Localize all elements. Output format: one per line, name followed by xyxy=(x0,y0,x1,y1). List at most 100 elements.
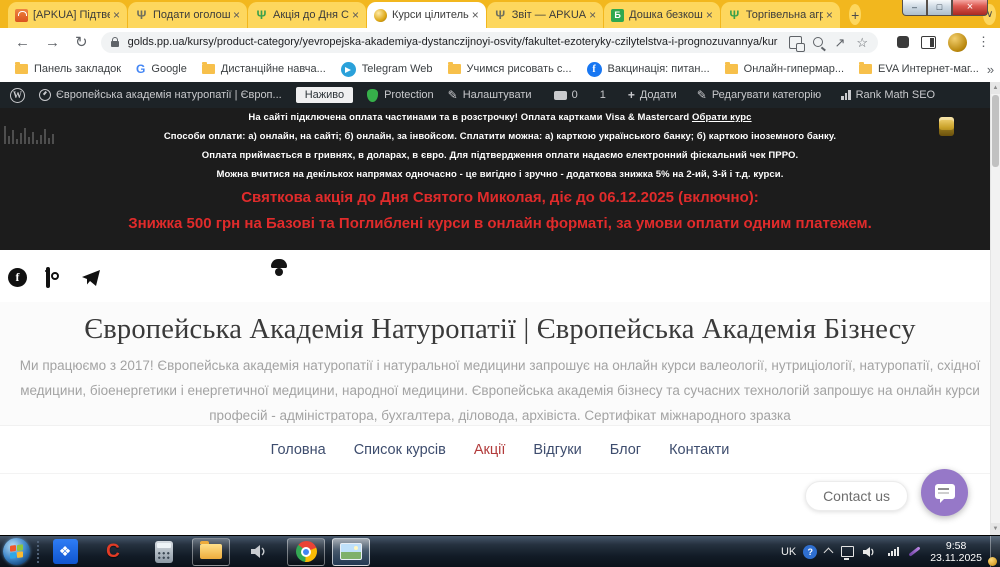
tab-label: [APKUA] Підтве xyxy=(33,9,110,21)
taskbar-volume-mixer[interactable] xyxy=(239,538,277,566)
wp-protection[interactable]: Protection xyxy=(367,89,434,102)
calculator-icon xyxy=(155,541,173,563)
menu-item-course-list[interactable]: Список курсів xyxy=(354,442,446,458)
taskbar-chrome[interactable] xyxy=(287,538,325,566)
window-minimize-button[interactable]: – xyxy=(902,0,927,16)
tab-board[interactable]: Б Дошка безкош × xyxy=(604,2,720,28)
bookmark-folder[interactable]: Онлайн-гипермар... xyxy=(725,63,844,75)
url-text[interactable]: golds.pp.ua/kursy/product-category/yevro… xyxy=(128,36,779,48)
menu-item-reviews[interactable]: Відгуки xyxy=(533,442,581,458)
dropbox-icon: ❖ xyxy=(53,539,78,564)
tab-close-icon[interactable]: × xyxy=(233,9,240,21)
tab-close-icon[interactable]: × xyxy=(826,9,833,21)
share-icon[interactable]: ↗ xyxy=(834,36,845,49)
instagram-social-icon[interactable] xyxy=(46,269,50,287)
page-scrollbar[interactable]: ▲ ▼ xyxy=(990,82,1000,535)
reload-icon[interactable]: ↻ xyxy=(75,35,88,50)
url-omnibox[interactable]: golds.pp.ua/kursy/product-category/yevro… xyxy=(101,32,878,53)
help-icon[interactable]: ? xyxy=(803,545,817,559)
choose-course-link[interactable]: Обрати курс xyxy=(692,112,752,123)
tab-label: Звіт — APKUA xyxy=(512,9,586,21)
screen: [APKUA] Підтве × Ψ Подати оголош × Ψ Акц… xyxy=(0,0,1000,567)
tray-expand-icon[interactable] xyxy=(824,548,834,558)
tray-network-device-icon[interactable] xyxy=(841,546,854,557)
tray-clock[interactable]: 9:58 23.11.2025 xyxy=(930,540,982,564)
tray-speaker-icon[interactable] xyxy=(862,546,876,558)
wp-rank-math[interactable]: Rank Math SEO xyxy=(841,89,935,101)
new-tab-button[interactable]: + xyxy=(849,4,862,25)
tab-report[interactable]: Ψ Звіт — APKUA × xyxy=(487,2,603,28)
wp-add-new[interactable]: + Додати xyxy=(628,88,677,102)
tab-label: Подати оголош xyxy=(153,9,230,21)
taskbar-handle xyxy=(37,541,39,563)
chat-widget-button[interactable] xyxy=(921,469,968,516)
wp-customize[interactable]: ✎ Налаштувати xyxy=(448,88,532,102)
menu-item-blog[interactable]: Блог xyxy=(610,442,641,458)
start-button[interactable] xyxy=(3,538,30,565)
forward-icon[interactable]: → xyxy=(45,35,60,50)
tab-promo[interactable]: Ψ Акція до Дня С × xyxy=(248,2,366,28)
wheat-favicon: Ψ xyxy=(494,9,507,22)
scroll-down-arrow[interactable]: ▼ xyxy=(991,523,1000,535)
wp-site-name[interactable]: Європейська академія натуропатії | Європ… xyxy=(39,89,282,101)
taskbar-dropbox[interactable]: ❖ xyxy=(46,538,84,566)
promo-line-4: Можна вчитися на декількох напрямах одно… xyxy=(0,165,1000,184)
window-maximize-button[interactable]: □ xyxy=(927,0,952,16)
tab-close-icon[interactable]: × xyxy=(352,9,359,21)
telegram-plane-social-icon[interactable] xyxy=(81,269,101,287)
bookmark-google[interactable]: G Google xyxy=(136,62,187,76)
tab-apkua-confirm[interactable]: [APKUA] Підтве × xyxy=(8,2,127,28)
tab-close-icon[interactable]: × xyxy=(113,9,120,21)
bookmark-folder[interactable]: Панель закладок xyxy=(15,63,121,75)
bookmark-folder[interactable]: EVA Интернет-маг... xyxy=(859,63,979,75)
bookmark-folder[interactable]: Учимся рисовать с... xyxy=(448,63,572,75)
tray-signal-icon[interactable] xyxy=(888,547,899,556)
site-description: Ми працюємо з 2017! Європейська академія… xyxy=(0,353,1000,428)
zoom-search-icon[interactable] xyxy=(813,37,823,47)
scroll-up-arrow[interactable]: ▲ xyxy=(991,82,1000,94)
chrome-icon xyxy=(296,541,317,562)
tab-courses-active[interactable]: Курси цілитель × xyxy=(367,2,486,28)
wp-edit-category[interactable]: ✎ Редагувати категорію xyxy=(697,88,821,102)
extension-icon[interactable] xyxy=(897,36,909,48)
taskbar-ccleaner[interactable]: C xyxy=(94,538,132,566)
waveform-decoration xyxy=(4,112,54,144)
bookmark-star-icon[interactable]: ☆ xyxy=(856,36,868,49)
wp-updates-count[interactable]: 1 xyxy=(600,89,606,101)
bookmarks-overflow-icon[interactable]: » xyxy=(987,62,994,77)
tray-language-indicator[interactable]: UK xyxy=(781,546,796,558)
explorer-folder-icon xyxy=(200,544,222,559)
wp-comments[interactable]: 0 xyxy=(554,89,578,101)
bookmark-folder[interactable]: Дистанційне навча... xyxy=(202,63,326,75)
bookmarks-bar: Панель закладок G Google Дистанційне нав… xyxy=(0,56,1000,82)
tab-close-icon[interactable]: × xyxy=(472,9,479,21)
taskbar-photo-viewer[interactable] xyxy=(332,538,370,566)
taskbar-calculator[interactable] xyxy=(145,538,183,566)
shopping-bag-favicon xyxy=(15,9,28,22)
promo-line-3: Оплата приймається в гривнях, в доларах,… xyxy=(0,146,1000,165)
sale-announcement-line-2: Знижка 500 грн на Базові та Поглиблені к… xyxy=(0,215,1000,232)
sidebar-icon[interactable] xyxy=(921,36,936,49)
facebook-social-icon[interactable]: f xyxy=(8,268,27,287)
taskbar-explorer[interactable] xyxy=(192,538,230,566)
profile-avatar[interactable] xyxy=(948,33,967,52)
tab-close-icon[interactable]: × xyxy=(589,9,596,21)
wordpress-logo-icon[interactable]: W xyxy=(10,88,25,103)
tray-pen-tablet-icon[interactable] xyxy=(907,545,920,558)
browser-menu-icon[interactable]: ⋮ xyxy=(977,34,990,50)
back-icon[interactable]: ← xyxy=(15,35,30,50)
scrollbar-thumb[interactable] xyxy=(992,95,999,167)
menu-item-contacts[interactable]: Контакти xyxy=(669,442,729,458)
translate-icon[interactable] xyxy=(789,36,802,49)
menu-item-promotions[interactable]: Акції xyxy=(474,442,506,458)
wp-live-button[interactable]: Наживо xyxy=(296,87,353,103)
contact-us-label[interactable]: Contact us xyxy=(805,481,908,511)
bookmark-facebook[interactable]: f Вакцинація: питан... xyxy=(587,62,710,77)
tab-close-icon[interactable]: × xyxy=(706,9,713,21)
menu-item-home[interactable]: Головна xyxy=(271,442,326,458)
window-close-button[interactable]: × xyxy=(952,0,988,16)
tab-trade[interactable]: Ψ Торгівельна агр × xyxy=(721,2,840,28)
bookmark-telegram[interactable]: Telegram Web xyxy=(341,62,433,77)
tab-post-ad[interactable]: Ψ Подати оголош × xyxy=(128,2,247,28)
promo-line-2: Способи оплати: а) онлайн, на сайті; б) … xyxy=(0,127,1000,146)
